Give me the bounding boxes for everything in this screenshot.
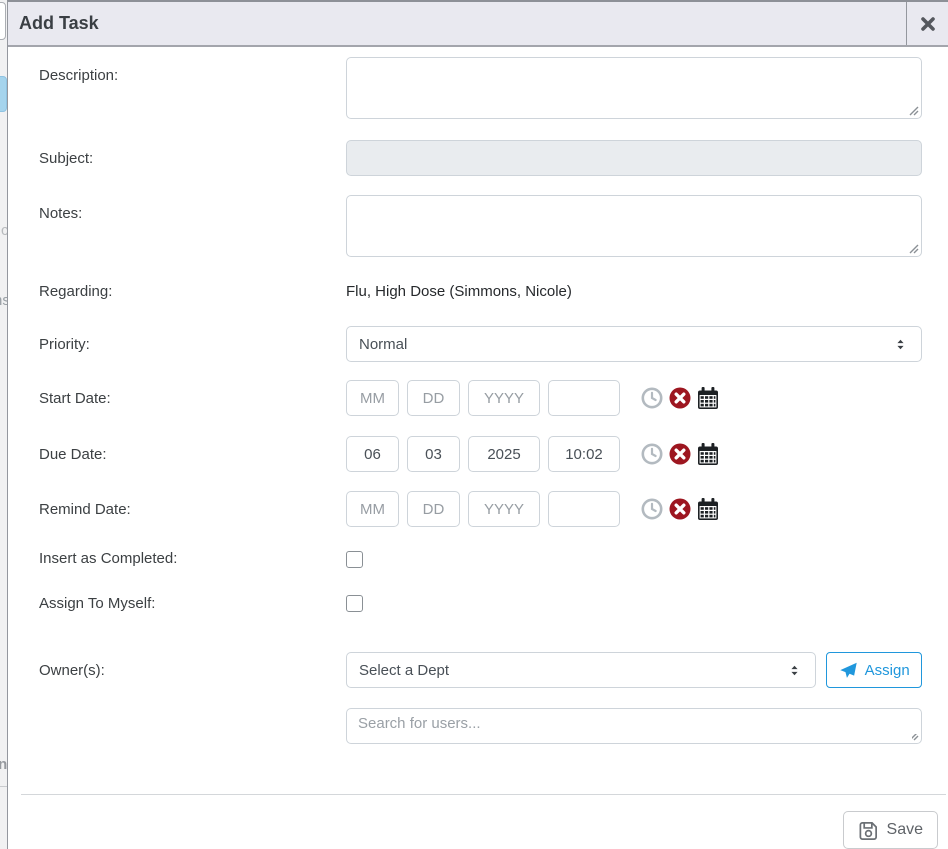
add-task-modal: Add Task Description: Subject: [7, 0, 948, 849]
due-time-input[interactable] [548, 436, 620, 472]
assign-to-myself-checkbox[interactable] [346, 595, 363, 612]
start-date-label: Start Date: [39, 390, 346, 407]
remind-day-input[interactable] [407, 491, 460, 527]
due-month-input[interactable] [346, 436, 399, 472]
notes-textarea[interactable] [346, 195, 922, 257]
start-day-input[interactable] [407, 380, 460, 416]
form-row-assign-to-myself: Assign To Myself: [39, 595, 922, 613]
background-button-fragment [0, 2, 6, 40]
clock-icon [641, 498, 663, 520]
modal-title: Add Task [8, 13, 906, 34]
send-icon [839, 661, 858, 680]
select-arrows-icon [786, 662, 803, 679]
priority-label: Priority: [39, 336, 346, 353]
due-day-input[interactable] [407, 436, 460, 472]
remind-clear-button[interactable] [669, 498, 691, 520]
form-row-notes: Notes: [39, 195, 922, 257]
remind-date-label: Remind Date: [39, 501, 346, 518]
clock-icon [641, 443, 663, 465]
save-icon [858, 820, 879, 841]
form-row-start-date: Start Date: [39, 380, 922, 416]
priority-selected-value: Normal [359, 336, 892, 353]
assign-to-myself-label: Assign To Myself: [39, 595, 346, 612]
close-button[interactable] [906, 2, 948, 45]
owners-label: Owner(s): [39, 662, 346, 679]
insert-as-completed-checkbox[interactable] [346, 551, 363, 568]
regarding-value: Flu, High Dose (Simmons, Nicole) [346, 283, 922, 300]
form-row-description: Description: [39, 57, 922, 119]
form-row-subject: Subject: [39, 140, 922, 176]
remind-calendar-button[interactable] [697, 498, 719, 521]
insert-as-completed-label: Insert as Completed: [39, 550, 346, 567]
dept-selected-value: Select a Dept [359, 662, 786, 679]
close-icon [920, 16, 936, 32]
modal-header: Add Task [8, 2, 948, 47]
clear-circle-icon [669, 498, 691, 520]
priority-select[interactable]: Normal [346, 326, 922, 362]
form-row-due-date: Due Date: [39, 436, 922, 472]
start-month-input[interactable] [346, 380, 399, 416]
remind-month-input[interactable] [346, 491, 399, 527]
description-textarea[interactable] [346, 57, 922, 119]
notes-label: Notes: [39, 195, 346, 222]
remind-year-input[interactable] [468, 491, 540, 527]
description-label: Description: [39, 57, 346, 84]
assign-button-label: Assign [865, 662, 910, 679]
screen: c ns in Add Task Description: [0, 0, 948, 849]
start-year-input[interactable] [468, 380, 540, 416]
calendar-icon [697, 443, 719, 466]
background-highlight-fragment [0, 76, 7, 112]
form-row-insert-as-completed: Insert as Completed: [39, 550, 922, 568]
due-calendar-button[interactable] [697, 443, 719, 466]
form-row-priority: Priority: Normal [39, 326, 922, 362]
due-date-label: Due Date: [39, 446, 346, 463]
form-row-owners: Owner(s): Select a Dept Assign [39, 652, 922, 688]
modal-body: Description: Subject: Notes: [8, 47, 948, 794]
remind-time-input[interactable] [548, 491, 620, 527]
due-year-input[interactable] [468, 436, 540, 472]
remind-time-button[interactable] [641, 498, 663, 520]
assign-button[interactable]: Assign [826, 652, 922, 688]
start-clear-button[interactable] [669, 387, 691, 409]
calendar-icon [697, 387, 719, 410]
start-calendar-button[interactable] [697, 387, 719, 410]
form-row-remind-date: Remind Date: [39, 491, 922, 527]
regarding-label: Regarding: [39, 283, 346, 300]
subject-label: Subject: [39, 150, 346, 167]
select-arrows-icon [892, 336, 909, 353]
form-row-user-search [39, 708, 922, 744]
subject-input [346, 140, 922, 176]
form-row-regarding: Regarding: Flu, High Dose (Simmons, Nico… [39, 283, 922, 300]
save-button-label: Save [887, 821, 923, 839]
start-time-button[interactable] [641, 387, 663, 409]
start-time-input[interactable] [548, 380, 620, 416]
clock-icon [641, 387, 663, 409]
calendar-icon [697, 498, 719, 521]
modal-footer: Save [21, 794, 946, 849]
dept-select[interactable]: Select a Dept [346, 652, 816, 688]
clear-circle-icon [669, 443, 691, 465]
due-time-button[interactable] [641, 443, 663, 465]
save-button[interactable]: Save [843, 811, 938, 849]
clear-circle-icon [669, 387, 691, 409]
user-search-input[interactable] [346, 708, 922, 744]
due-clear-button[interactable] [669, 443, 691, 465]
